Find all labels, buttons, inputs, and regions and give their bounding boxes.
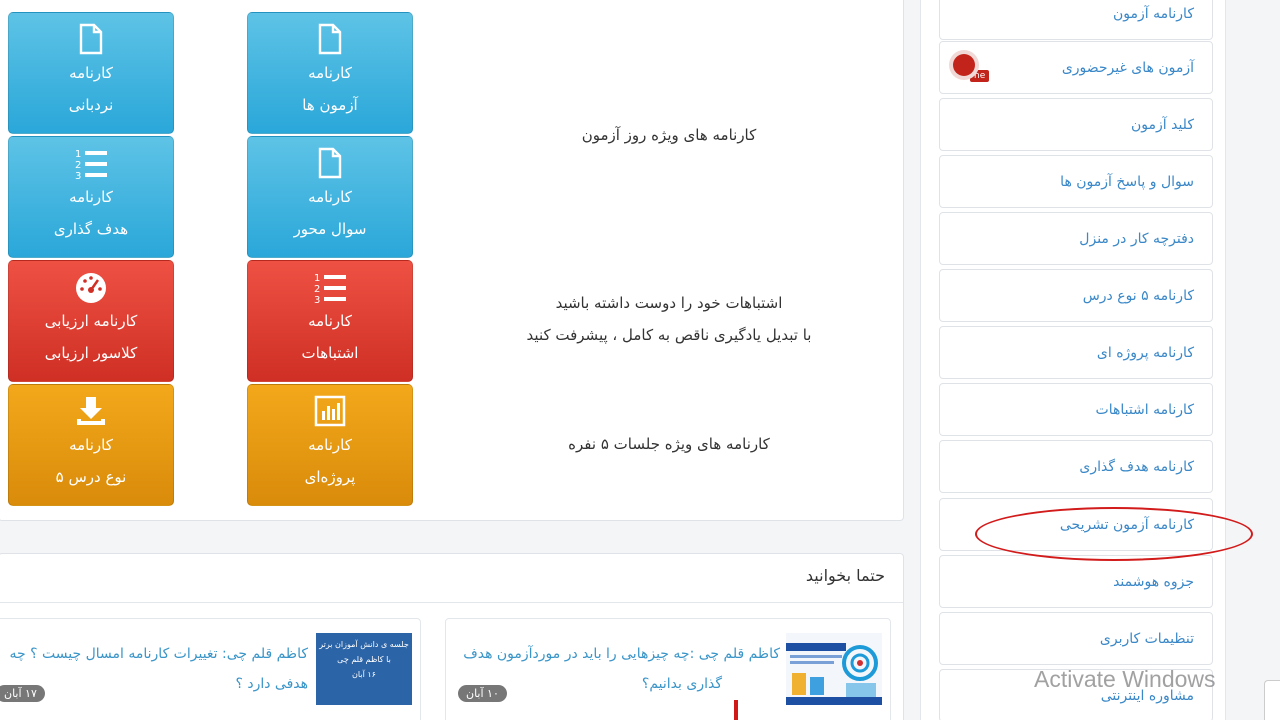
- download-icon: [9, 395, 173, 429]
- tile-azmoonha[interactable]: کارنامه آزمون ها: [247, 12, 413, 134]
- sidebar-item-daftarcheh[interactable]: دفترچه کار در منزل: [939, 212, 1213, 265]
- sidebar-item-soal-pasokh[interactable]: سوال و پاسخ آزمون ها: [939, 155, 1213, 208]
- tile-line1: کارنامه: [69, 436, 113, 454]
- tile-eshtebahat[interactable]: 123 کارنامه اشتباهات: [247, 260, 413, 382]
- sidebar-item-hadaf-gozari[interactable]: کارنامه هدف گذاری: [939, 440, 1213, 493]
- article-thumbnail[interactable]: [786, 633, 882, 705]
- must-read-title: حتما بخوانید: [805, 566, 885, 585]
- bar-chart-icon: [248, 395, 412, 429]
- report-cards-panel: کارنامه نردبانی کارنامه آزمون ها 123 کار…: [0, 0, 904, 521]
- sidebar-menu: کارنامه آزمون آزمون های غیرحضوری ne کلید…: [920, 0, 1226, 720]
- new-badge: ne: [970, 70, 990, 82]
- tile-line1: کارنامه: [308, 188, 352, 206]
- sidebar-item-eshtebahat[interactable]: کارنامه اشتباهات: [939, 383, 1213, 436]
- tile-line2: نردبانی: [68, 96, 114, 114]
- article-title-line1[interactable]: کاظم قلم چی: تغییرات کارنامه امسال چیست …: [8, 639, 308, 669]
- tile-line1: کارنامه: [69, 64, 113, 82]
- sidebar-item-tanzimat[interactable]: تنظیمات کاربری: [939, 612, 1213, 665]
- tile-line2: هدف گذاری: [53, 220, 129, 238]
- file-icon: [248, 147, 412, 181]
- notification-dot-icon: [953, 54, 975, 76]
- tile-nardebani[interactable]: کارنامه نردبانی: [8, 12, 174, 134]
- red-marker: [734, 700, 738, 720]
- article-title-line1[interactable]: کاظم قلم چی :چه چیزهایی را باید در موردآ…: [450, 639, 780, 669]
- tile-line2: سوال محور: [293, 220, 367, 238]
- tile-line2: اشتباهات: [301, 344, 359, 362]
- svg-text:1: 1: [75, 149, 81, 160]
- description-exam-day: کارنامه های ویژه روز آزمون: [581, 126, 757, 144]
- svg-text:2: 2: [314, 284, 320, 295]
- sidebar-item-jozveh-hooshmand[interactable]: جزوه هوشمند: [939, 555, 1213, 608]
- tile-panj-noe-dars[interactable]: کارنامه ۵ نوع درس: [8, 384, 174, 506]
- sidebar-item-label: آزمون های غیرحضوری: [1061, 60, 1194, 76]
- sidebar-item-karnameh-azmoon[interactable]: کارنامه آزمون: [939, 0, 1213, 40]
- tile-line1: کارنامه: [308, 312, 352, 330]
- article-card[interactable]: کاظم قلم چی :چه چیزهایی را باید در موردآ…: [445, 618, 891, 720]
- sidebar-item-projeh[interactable]: کارنامه پروژه ای: [939, 326, 1213, 379]
- article-thumbnail[interactable]: جلسه ی دانش آموزان برتر با کاظم قلم چی ۱…: [316, 633, 412, 705]
- thumbnail-caption-3: ۱۶ آبان: [352, 670, 376, 679]
- article-card[interactable]: جلسه ی دانش آموزان برتر با کاظم قلم چی ۱…: [0, 618, 421, 720]
- description-mistakes-line2: با تبدیل یادگیری ناقص به کامل ، پیشرفت ک…: [526, 326, 812, 344]
- description-mistakes-line1: اشتباهات خود را دوست داشته باشید: [555, 294, 783, 312]
- ordered-list-icon: 123: [248, 271, 412, 305]
- sidebar-item-kelid-azmoon[interactable]: کلید آزمون: [939, 98, 1213, 151]
- tile-soal-mehvar[interactable]: کارنامه سوال محور: [247, 136, 413, 258]
- thumbnail-caption-2: با کاظم قلم چی: [337, 655, 391, 664]
- windows-activation-watermark: Activate Windows: [1034, 666, 1216, 692]
- tile-line1: کارنامه: [308, 64, 352, 82]
- svg-text:3: 3: [75, 171, 81, 181]
- file-icon: [248, 23, 412, 57]
- article-title-line2[interactable]: هدفی دارد ؟: [108, 669, 308, 699]
- svg-text:3: 3: [314, 295, 320, 305]
- tile-line2: کلاسور ارزیابی: [44, 344, 138, 362]
- must-read-panel: حتما بخوانید کاظم قلم چی :چه چیزهایی را …: [0, 553, 904, 720]
- tile-line1: کارنامه: [69, 188, 113, 206]
- svg-text:1: 1: [314, 273, 320, 284]
- file-icon: [9, 23, 173, 57]
- ordered-list-icon: 123: [9, 147, 173, 181]
- divider: [0, 602, 903, 603]
- svg-text:2: 2: [75, 160, 81, 171]
- sidebar-item-panj-noe-dars[interactable]: کارنامه ۵ نوع درس: [939, 269, 1213, 322]
- tile-line2: آزمون ها: [302, 96, 358, 114]
- tile-line1: کارنامه ارزیابی: [44, 312, 138, 330]
- highlight-annotation: [975, 507, 1253, 561]
- tile-line2: پروژه‌ای: [304, 468, 356, 486]
- article-date-badge: ۱۷ آبان: [0, 685, 45, 702]
- tile-arzyabi[interactable]: کارنامه ارزیابی کلاسور ارزیابی: [8, 260, 174, 382]
- sidebar-item-azmoon-gheir-hozoori[interactable]: آزمون های غیرحضوری ne: [939, 41, 1213, 94]
- tile-line2: ۵ نوع درس: [55, 468, 127, 486]
- article-date-badge: ۱۰ آبان: [458, 685, 507, 702]
- tile-projeh[interactable]: کارنامه پروژه‌ای: [247, 384, 413, 506]
- description-five-person: کارنامه های ویژه جلسات ۵ نفره: [568, 435, 770, 453]
- scroll-edge: [1264, 680, 1280, 720]
- tile-hadaf-gozari[interactable]: 123 کارنامه هدف گذاری: [8, 136, 174, 258]
- dashboard-gauge-icon: [9, 271, 173, 305]
- tile-line1: کارنامه: [308, 436, 352, 454]
- thumbnail-caption-1: جلسه ی دانش آموزان برتر: [319, 640, 409, 649]
